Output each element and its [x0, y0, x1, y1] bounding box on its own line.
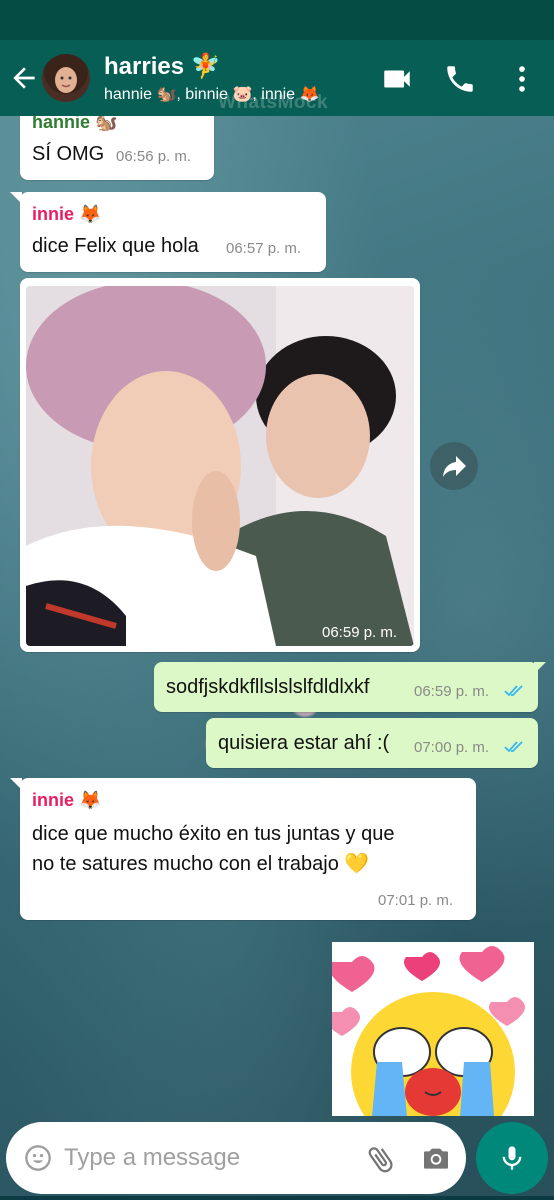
read-ticks-icon [504, 741, 523, 753]
crying-emoji-sticker [332, 942, 534, 1116]
bottom-edge [0, 1196, 554, 1200]
sender-name: hannie 🐿️ [32, 116, 118, 132]
sender-name: innie 🦊 [32, 204, 102, 224]
message-text: SÍ OMG [32, 143, 105, 165]
message-bubble[interactable]: sodfjskdkfllslslslfdldlxkf 06:59 p. m. [154, 662, 538, 712]
forward-button[interactable] [430, 442, 478, 490]
message-input-bar[interactable]: Type a message [6, 1122, 466, 1194]
status-bar [0, 0, 554, 40]
message-bubble[interactable]: innie 🦊 dice que mucho éxito en tus junt… [20, 778, 476, 920]
watermark: WhatsMock [218, 92, 329, 113]
voice-record-button[interactable] [476, 1122, 548, 1194]
message-text-line: no te satures mucho con el trabajo 💛 [32, 853, 370, 875]
message-input[interactable]: Type a message [64, 1144, 240, 1172]
message-time: 06:59 p. m. [322, 624, 398, 641]
camera-icon[interactable] [420, 1142, 452, 1174]
sender-name: innie 🦊 [32, 790, 102, 810]
message-bubble[interactable]: innie 🦊 dice Felix que hola 06:57 p. m. [20, 192, 326, 272]
phone-icon[interactable] [443, 62, 477, 96]
message-text: quisiera estar ahí :( [218, 732, 390, 754]
message-time: 07:01 p. m. [378, 892, 454, 909]
back-arrow-icon[interactable] [8, 62, 40, 94]
group-avatar[interactable] [42, 54, 90, 102]
shared-photo[interactable]: 06:59 p. m. [26, 286, 414, 646]
video-call-icon[interactable] [380, 62, 414, 96]
message-bubble[interactable]: hannie 🐿️ SÍ OMG 06:56 p. m. [20, 116, 214, 180]
message-text-line: dice que mucho éxito en tus juntas y que [32, 823, 395, 845]
more-options-icon[interactable] [505, 62, 539, 96]
message-time: 06:59 p. m. [414, 683, 490, 700]
emoji-icon[interactable] [24, 1144, 52, 1172]
chat-area[interactable]: hannie 🐿️ SÍ OMG 06:56 p. m. innie 🦊 dic… [0, 116, 554, 1200]
photo-image [26, 286, 414, 646]
message-text: dice Felix que hola [32, 235, 199, 257]
sticker-message[interactable] [332, 942, 534, 1116]
attach-icon[interactable] [364, 1142, 398, 1176]
message-time: 07:00 p. m. [414, 739, 490, 756]
message-time: 06:56 p. m. [116, 148, 192, 165]
message-text: sodfjskdkfllslslslfdldlxkf [166, 676, 370, 698]
avatar-image [44, 54, 88, 94]
chat-title[interactable]: harries 🧚 [104, 52, 221, 81]
message-bubble[interactable]: quisiera estar ahí :( 07:00 p. m. [206, 718, 538, 768]
message-time: 06:57 p. m. [226, 240, 302, 257]
microphone-icon [502, 1146, 522, 1170]
forward-icon [443, 456, 466, 477]
read-ticks-icon [504, 685, 523, 697]
